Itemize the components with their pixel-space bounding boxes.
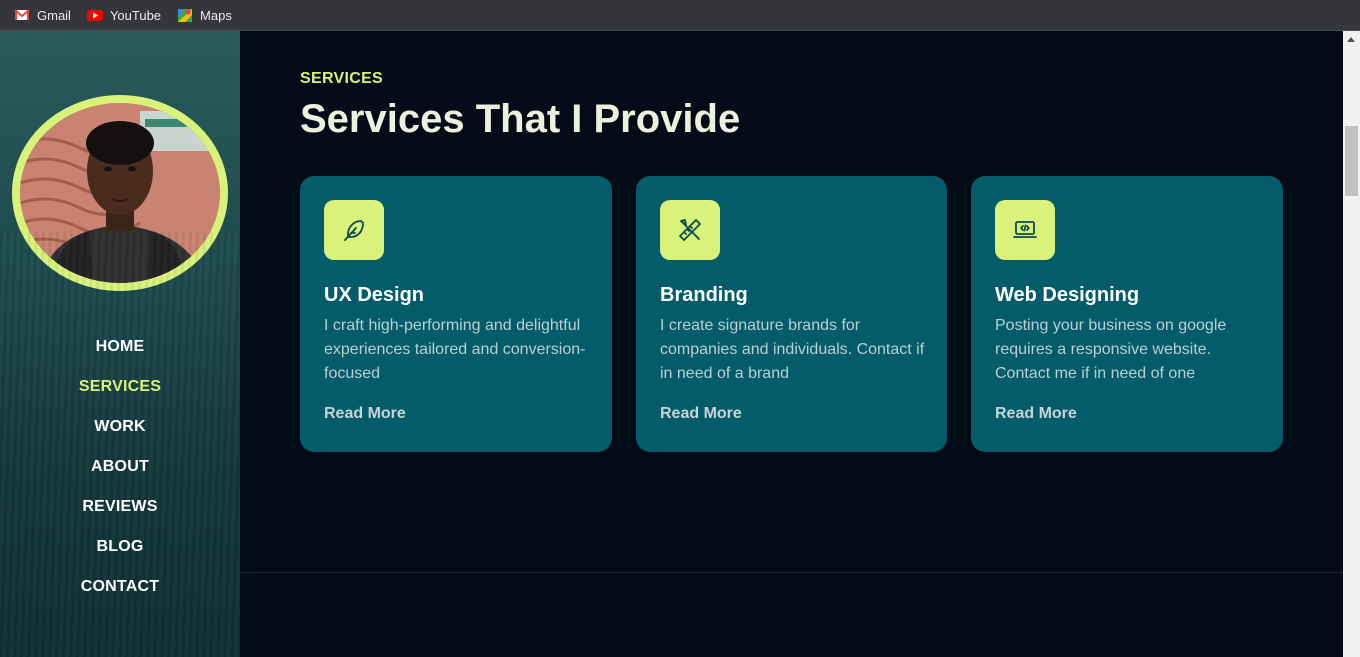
scroll-up-icon[interactable] (1347, 37, 1355, 42)
section-divider (240, 572, 1343, 573)
card-title: Web Designing (995, 284, 1140, 306)
gmail-icon (14, 7, 30, 23)
nav-item-reviews[interactable]: REVIEWS (0, 487, 240, 527)
pencil-ruler-icon (660, 200, 720, 260)
bookmark-youtube[interactable]: YouTube (86, 7, 162, 23)
service-card-ux-design: UX Design I craft high-performing and de… (300, 176, 612, 452)
read-more-link[interactable]: Read More (324, 405, 406, 423)
nav-item-services[interactable]: SERVICES (0, 367, 240, 407)
nav-link-blog[interactable]: BLOG (96, 538, 143, 556)
card-description: I craft high-performing and delightful e… (324, 317, 586, 382)
bookmarks-bar: Gmail YouTube Maps (0, 0, 1360, 31)
scrollbar-thumb[interactable] (1345, 126, 1358, 196)
maps-icon (177, 7, 193, 23)
read-more-link[interactable]: Read More (660, 405, 742, 423)
service-card-web-designing: Web Designing Posting your business on g… (971, 176, 1283, 452)
nav-item-contact[interactable]: CONTACT (0, 567, 240, 607)
sidebar: HOME SERVICES WORK ABOUT REVIEWS BLOG CO… (0, 31, 240, 657)
bookmark-gmail[interactable]: Gmail (14, 7, 71, 23)
bookmark-maps[interactable]: Maps (177, 7, 232, 23)
card-description: I create signature brands for companies … (660, 317, 925, 382)
laptop-code-icon (995, 200, 1055, 260)
service-card-branding: Branding I create signature brands for c… (636, 176, 947, 452)
card-title: UX Design (324, 284, 425, 306)
nav-link-about[interactable]: ABOUT (91, 458, 149, 476)
bookmark-label: YouTube (109, 7, 162, 23)
nav-item-work[interactable]: WORK (0, 407, 240, 447)
nav-link-contact[interactable]: CONTACT (81, 578, 159, 596)
read-more-link[interactable]: Read More (995, 405, 1077, 423)
nav-link-reviews[interactable]: REVIEWS (82, 498, 157, 516)
avatar (20, 103, 220, 283)
card-title: Branding (660, 284, 748, 306)
nav-link-work[interactable]: WORK (94, 418, 145, 436)
page-scrollbar[interactable] (1343, 31, 1360, 657)
section-heading: Services That I Provide (300, 97, 741, 141)
nav-link-home[interactable]: HOME (96, 338, 145, 356)
avatar-ring (12, 95, 228, 291)
nav-item-home[interactable]: HOME (0, 327, 240, 367)
bookmark-label: Maps (200, 7, 232, 23)
sidebar-nav: HOME SERVICES WORK ABOUT REVIEWS BLOG CO… (0, 327, 240, 607)
nav-link-services[interactable]: SERVICES (79, 378, 161, 396)
card-description: Posting your business on google requires… (995, 317, 1227, 382)
nav-item-about[interactable]: ABOUT (0, 447, 240, 487)
section-eyebrow: SERVICES (300, 70, 384, 87)
services-section: SERVICES Services That I Provide UX Desi… (240, 31, 1343, 657)
bookmark-label: Gmail (37, 7, 71, 23)
youtube-icon (86, 7, 103, 23)
feather-pen-icon (324, 200, 384, 260)
nav-item-blog[interactable]: BLOG (0, 527, 240, 567)
